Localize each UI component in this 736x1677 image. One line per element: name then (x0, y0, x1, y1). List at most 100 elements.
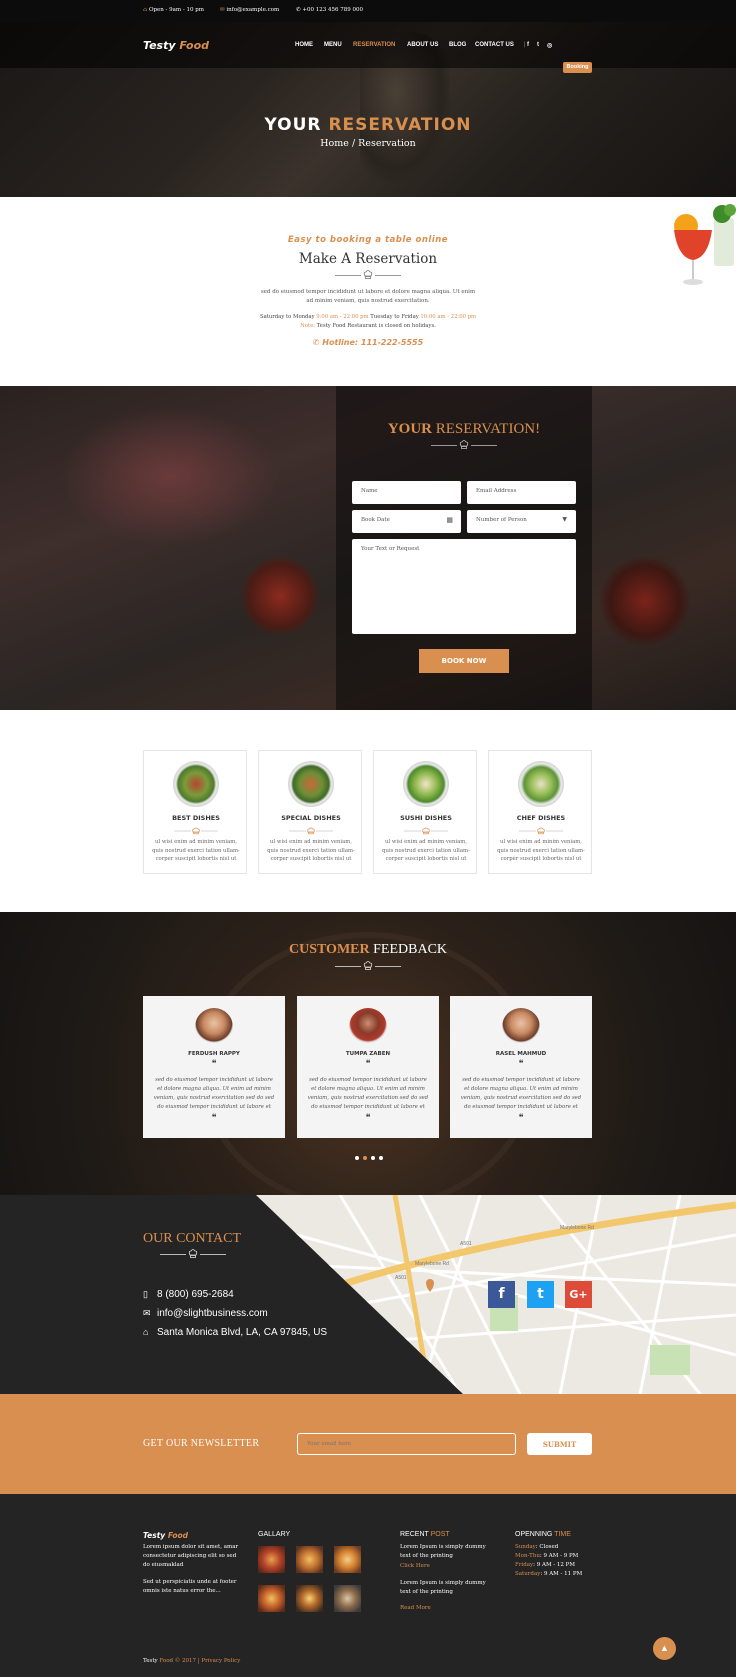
intro-subtitle: Easy to booking a table online (287, 235, 449, 245)
carousel-dot[interactable] (355, 1156, 359, 1160)
carousel-dot[interactable] (379, 1156, 383, 1160)
facebook-icon[interactable]: f (488, 1281, 515, 1308)
nav-contact[interactable]: CONTACT US (475, 42, 514, 48)
gallery-image[interactable] (258, 1585, 285, 1612)
reservation-title: YOUR RESERVATION! (387, 421, 541, 437)
read-more-link[interactable]: Read More (400, 1604, 431, 1613)
chef-hat-icon (404, 827, 448, 835)
email-input[interactable]: Email Address (467, 481, 576, 504)
dish-name: SUSHI DISHES (400, 814, 452, 822)
chef-hat-icon (188, 1249, 198, 1258)
chef-hat-icon (363, 270, 373, 279)
avatar (502, 1008, 540, 1046)
review-card: FERDUSH RAPPY ❝ sed do eiusmod tempor in… (143, 996, 285, 1138)
nav-separator: | (524, 42, 526, 48)
calendar-icon[interactable]: ▦ (446, 516, 453, 524)
footer-about-2: Sed ut perspiciatis unde at footer omnis… (143, 1579, 237, 1594)
mail-icon: ✉ (220, 7, 225, 13)
carousel-dot-active[interactable] (363, 1156, 367, 1160)
contact-divider (160, 1249, 226, 1259)
review-text: sed do eiusmod tempor incididunt ut labo… (307, 1077, 429, 1110)
dish-card[interactable]: SPECIAL DISHES ul wisi enim ad minim ven… (258, 750, 362, 874)
intro-text: sed do eiusmod tempor incididunt ut labo… (260, 289, 476, 304)
opening-row: Friday: 9 AM - 12 PM (515, 1562, 576, 1568)
name-input[interactable]: Name (352, 481, 461, 504)
opening-row: Sunday: Closed (515, 1544, 559, 1550)
persons-select[interactable]: Number of Person ▼ (467, 510, 576, 533)
nav-reservation[interactable]: RESERVATION (353, 42, 395, 48)
nav-blog[interactable]: BLOG (449, 42, 466, 48)
avatar (195, 1008, 233, 1046)
contact-phone[interactable]: ▯ 8 (800) 695-2684 (143, 1289, 234, 1300)
dish-description: ul wisi enim ad minim veniam, quis nostr… (152, 839, 240, 862)
location-map[interactable]: Marylebone Rd Marylebone Rd A501 A501 (0, 1195, 736, 1394)
breadcrumb-home[interactable]: Home (320, 138, 349, 149)
chef-hat-icon (459, 440, 469, 449)
tripadvisor-icon[interactable]: ◎ (547, 42, 552, 49)
hotline[interactable]: ✆ Hotline: 111-222-5555 (0, 338, 736, 347)
gallery-image[interactable] (296, 1546, 323, 1573)
phone-icon: ✆ (296, 7, 301, 13)
dish-card[interactable]: SUSHI DISHES ul wisi enim ad minim venia… (373, 750, 477, 874)
gallery-image[interactable] (296, 1585, 323, 1612)
gallery-image[interactable] (334, 1585, 361, 1612)
nav-menu[interactable]: MENU (324, 42, 342, 48)
reviewer-name: FERDUSH RAPPY (188, 1051, 240, 1057)
contact-address: ⌂ Santa Monica Blvd, LA, CA 97845, US (143, 1327, 328, 1338)
chef-hat-icon (289, 827, 333, 835)
twitter-icon[interactable]: t (537, 42, 539, 48)
site-logo[interactable]: Testy Food (143, 39, 209, 52)
map-road-label: Marylebone Rd (415, 1261, 449, 1267)
chef-hat-icon (519, 827, 563, 835)
dish-card[interactable]: BEST DISHES ul wisi enim ad minim veniam… (143, 750, 247, 874)
dish-name: CHEF DISHES (516, 814, 566, 822)
home-icon: ⌂ (143, 1327, 149, 1337)
dish-image (518, 761, 564, 807)
facebook-icon[interactable]: f (527, 42, 529, 48)
map-road-label: A501 (460, 1241, 472, 1247)
dish-description: ul wisi enim ad minim veniam, quis nostr… (382, 839, 470, 862)
booking-button[interactable]: Booking (563, 62, 592, 73)
nav-about[interactable]: ABOUT US (407, 42, 438, 48)
home-icon: ⌂ (143, 7, 148, 13)
phone-icon: ✆ (312, 338, 320, 347)
top-email[interactable]: ✉ info@example.com (220, 7, 279, 13)
recent-post[interactable]: Lorem Ipsum is simply dummy text of the … (400, 1543, 490, 1561)
gallery-image[interactable] (334, 1546, 361, 1573)
recent-post[interactable]: Lorem Ipsum is simply dummy text of the … (400, 1579, 490, 1597)
feedback-title: CUSTOMER FEEDBACK (288, 942, 448, 957)
contact-email[interactable]: ✉ info@slightbusiness.com (143, 1308, 268, 1319)
newsletter-submit-button[interactable]: SUBMIT (527, 1433, 592, 1455)
newsletter-title: GET OUR NEWSLETTER (143, 1438, 260, 1449)
contact-title: OUR CONTACT (143, 1231, 242, 1246)
newsletter-email-input[interactable] (297, 1433, 516, 1455)
chef-hat-icon (363, 961, 373, 970)
privacy-policy-link[interactable]: Privacy Policy (201, 1658, 240, 1664)
copyright: Testy Food © 2017 | Privacy Policy (143, 1658, 241, 1664)
nav-home[interactable]: HOME (295, 42, 313, 48)
top-phone[interactable]: ✆ +00 123 456 789 000 (296, 7, 363, 13)
opening-row: Saturday: 9 AM - 11 PM (515, 1571, 583, 1577)
opening-row: Mon-Thu: 9 AM - 9 PM (515, 1553, 579, 1559)
book-date-input[interactable]: Book Date ▦ (352, 510, 461, 533)
click-here-link[interactable]: Click Here (400, 1562, 430, 1571)
quote-icon: ❝ (211, 1113, 217, 1123)
quote-icon: ❝ (365, 1113, 371, 1123)
dish-image (288, 761, 334, 807)
gallery-image[interactable] (258, 1546, 285, 1573)
page-title: YOUR RESERVATION (264, 115, 472, 135)
carousel-dot[interactable] (371, 1156, 375, 1160)
review-card: TUMPA ZABEN ❝ sed do eiusmod tempor inci… (297, 996, 439, 1138)
dish-card[interactable]: CHEF DISHES ul wisi enim ad minim veniam… (488, 750, 592, 874)
scroll-to-top-button[interactable]: ▲ (653, 1637, 676, 1660)
footer (0, 1494, 736, 1677)
book-now-button[interactable]: BOOK NOW (419, 649, 509, 673)
map-road-label: A501 (395, 1275, 407, 1281)
footer-logo[interactable]: Testy Food (143, 1531, 188, 1540)
quote-icon: ❝ (211, 1059, 217, 1069)
dish-description: ul wisi enim ad minim veniam, quis nostr… (267, 839, 355, 862)
chevron-down-icon: ▼ (562, 516, 567, 523)
google-plus-icon[interactable]: G+ (565, 1281, 592, 1308)
twitter-icon[interactable]: t (527, 1281, 554, 1308)
request-textarea[interactable]: Your Text or Request (352, 539, 576, 634)
